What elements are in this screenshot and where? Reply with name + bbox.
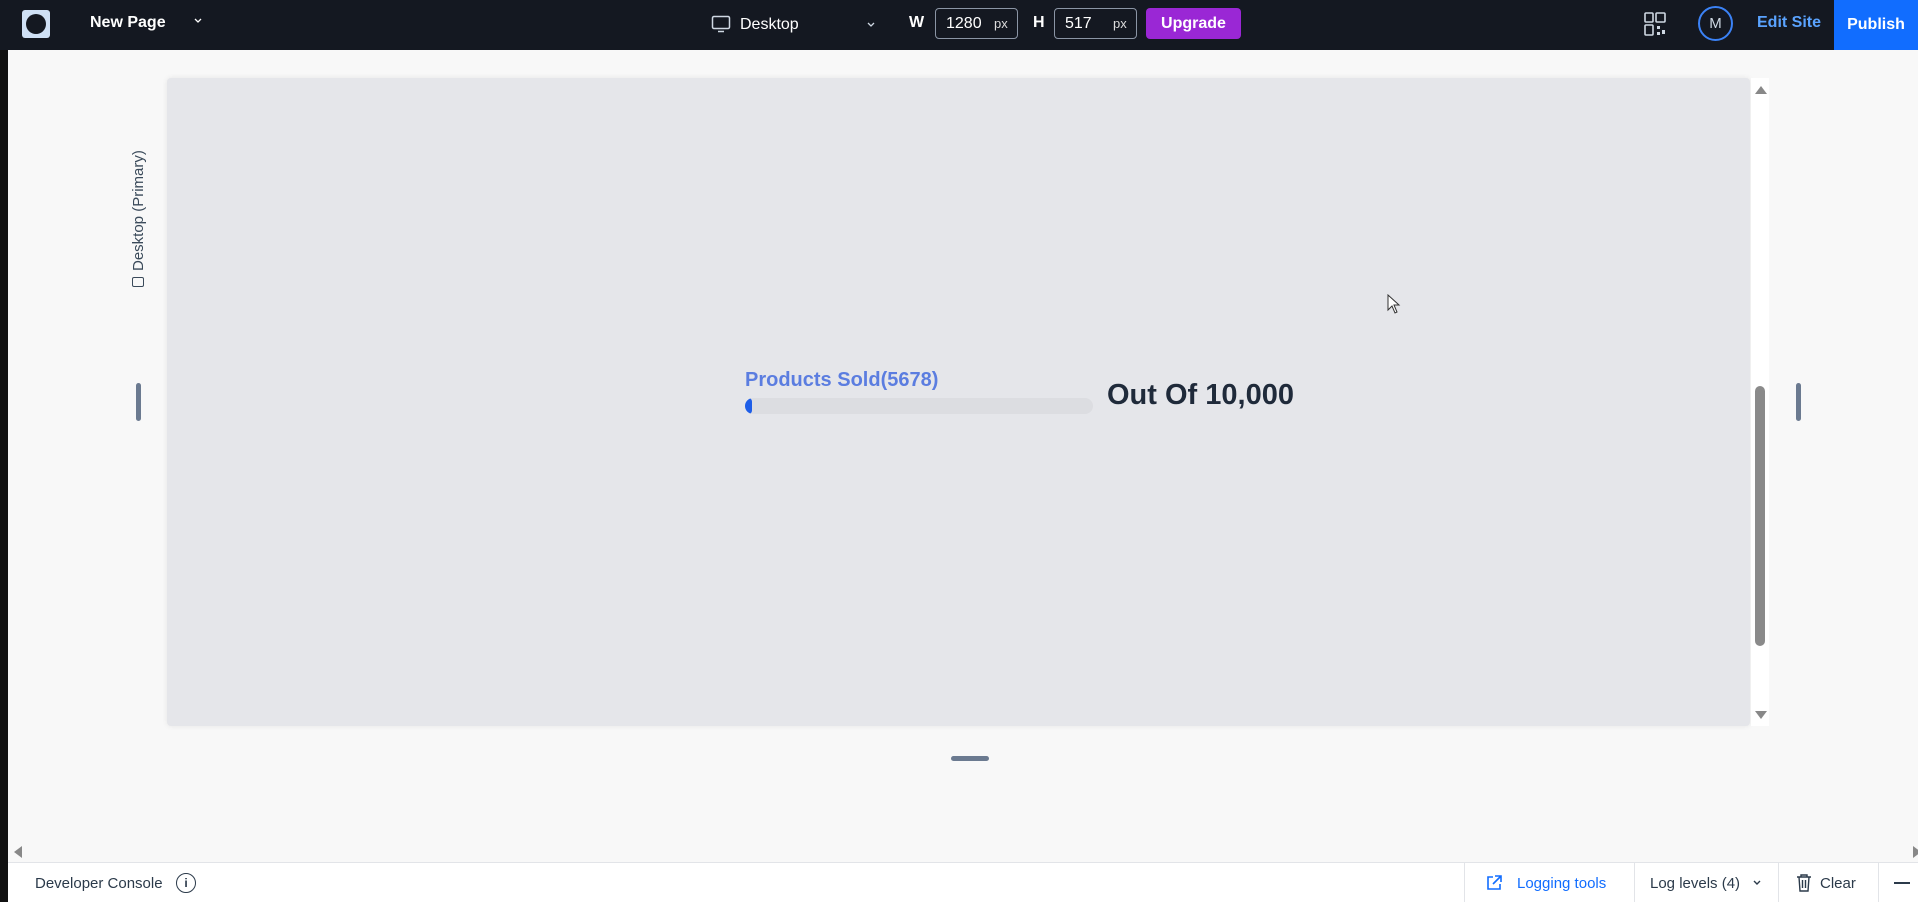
scroll-up-icon[interactable] <box>1755 86 1767 94</box>
desktop-icon <box>711 15 731 33</box>
chevron-down-icon[interactable] <box>193 16 203 26</box>
height-value[interactable]: 517 <box>1065 15 1113 33</box>
scrollbar-thumb[interactable] <box>1755 386 1765 646</box>
horizontal-scrollbar[interactable] <box>8 844 1918 860</box>
width-input[interactable]: 1280 px <box>935 8 1018 39</box>
progress-total-text: Out Of 10,000 <box>1107 379 1294 411</box>
viewport-label-text: Desktop (Primary) <box>129 150 147 271</box>
trash-icon[interactable] <box>1796 873 1812 892</box>
scroll-right-icon[interactable] <box>1913 846 1918 858</box>
resize-handle-left[interactable] <box>136 383 141 421</box>
top-bar: New Page Desktop W 1280 px H 517 px Upgr… <box>0 0 1918 50</box>
height-input[interactable]: 517 px <box>1054 8 1137 39</box>
viewport-label: Desktop (Primary) <box>128 127 148 287</box>
divider <box>1634 863 1635 902</box>
edit-site-button[interactable]: Edit Site <box>1757 14 1821 32</box>
width-value[interactable]: 1280 <box>946 15 994 33</box>
width-unit: px <box>994 16 1008 31</box>
page-name[interactable]: New Page <box>90 14 166 32</box>
divider <box>1778 863 1779 902</box>
minimize-icon[interactable] <box>1894 882 1910 884</box>
chevron-down-icon[interactable] <box>866 20 876 30</box>
mouse-cursor-icon <box>1387 294 1401 314</box>
publish-button[interactable]: Publish <box>1834 0 1918 50</box>
progress-bar <box>745 398 1093 414</box>
scroll-down-icon[interactable] <box>1755 711 1767 719</box>
upgrade-button[interactable]: Upgrade <box>1146 8 1241 39</box>
log-levels-dropdown[interactable]: Log levels (4) <box>1650 875 1740 892</box>
desktop-icon <box>132 277 144 287</box>
resize-handle-right[interactable] <box>1796 383 1801 421</box>
clear-button[interactable]: Clear <box>1820 875 1856 892</box>
divider <box>1464 863 1465 902</box>
progress-title: Products Sold(5678) <box>745 369 939 391</box>
developer-console-bar: Developer Console i Logging tools Log le… <box>8 862 1918 902</box>
site-logo-icon[interactable] <box>22 10 50 38</box>
avatar[interactable]: M <box>1698 6 1733 41</box>
chevron-down-icon[interactable] <box>1752 879 1762 887</box>
external-link-icon <box>1487 875 1502 890</box>
scroll-left-icon[interactable] <box>14 846 22 858</box>
width-label: W <box>909 14 925 31</box>
developer-console-title[interactable]: Developer Console <box>35 875 163 892</box>
logging-tools-link[interactable]: Logging tools <box>1517 875 1606 892</box>
divider <box>1878 863 1879 902</box>
qr-code-icon[interactable] <box>1643 11 1667 37</box>
info-icon[interactable]: i <box>176 873 196 893</box>
left-edge-strip <box>0 0 8 902</box>
vertical-scrollbar[interactable] <box>1751 78 1769 726</box>
resize-handle-bottom[interactable] <box>951 756 989 761</box>
height-unit: px <box>1113 16 1127 31</box>
device-selector[interactable]: Desktop <box>740 16 799 34</box>
height-label: H <box>1033 14 1045 31</box>
